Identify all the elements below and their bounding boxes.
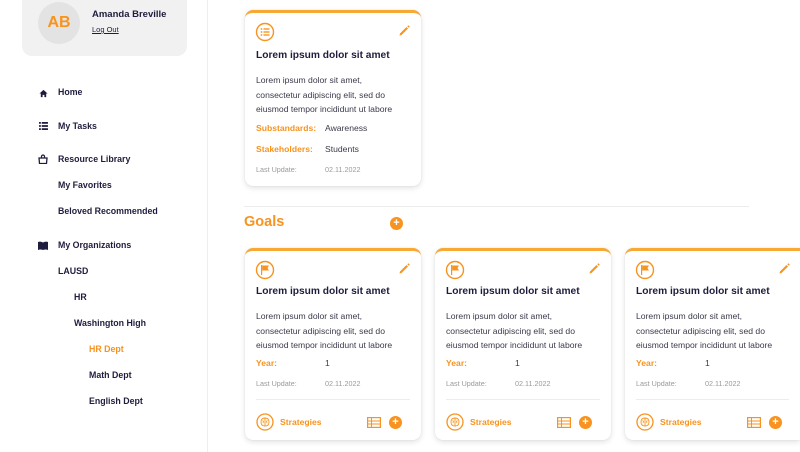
stakeholders-value: Students — [325, 144, 359, 154]
avatar[interactable]: AB — [38, 2, 80, 44]
user-name: Amanda Breville — [92, 9, 167, 20]
last-update-label: Last Update: — [256, 379, 297, 388]
pencil-icon[interactable] — [398, 262, 411, 275]
add-strategy-button[interactable]: + — [579, 416, 592, 429]
last-update-value: 02.11.2022 — [705, 379, 741, 388]
last-update-value: 02.11.2022 — [515, 379, 551, 388]
nav-washington-high[interactable]: Washington High — [74, 318, 146, 328]
goal-card[interactable]: Lorem ipsum dolor sit amet Lorem ipsum d… — [435, 248, 611, 440]
section-divider — [244, 206, 749, 207]
flag-icon — [255, 260, 275, 280]
flag-icon — [635, 260, 655, 280]
book-icon — [38, 240, 48, 250]
logout-link[interactable]: Log Out — [92, 25, 119, 34]
card-title: Lorem ipsum dolor sit amet — [636, 286, 770, 297]
year-value: 1 — [515, 358, 520, 368]
nav-math-dept[interactable]: Math Dept — [89, 370, 132, 380]
table-icon[interactable] — [557, 417, 571, 428]
brain-icon — [256, 413, 274, 431]
library-icon — [38, 154, 48, 164]
stakeholders-label: Stakeholders: — [256, 144, 313, 154]
home-icon — [38, 88, 48, 98]
sidebar: AB Amanda Breville Log Out Home My Tasks… — [0, 0, 208, 452]
brain-icon — [446, 413, 464, 431]
last-update-value: 02.11.2022 — [325, 379, 361, 388]
add-goal-button[interactable]: + — [390, 217, 403, 230]
card-title: Lorem ipsum dolor sit amet — [256, 286, 390, 297]
year-value: 1 — [325, 358, 330, 368]
nav-my-favorites[interactable]: My Favorites — [58, 180, 112, 190]
nav-hr[interactable]: HR — [74, 292, 87, 302]
card-divider — [446, 399, 600, 400]
card-title: Lorem ipsum dolor sit amet — [446, 286, 580, 297]
strategies-link[interactable]: Strategies — [470, 417, 512, 427]
nav-english-dept[interactable]: English Dept — [89, 396, 143, 406]
goals-title: Goals — [244, 214, 285, 230]
last-update-value: 02.11.2022 — [325, 165, 361, 174]
substandards-label: Substandards: — [256, 123, 317, 133]
goal-card[interactable]: Lorem ipsum dolor sit amet Lorem ipsum d… — [245, 248, 421, 440]
card-description: Lorem ipsum dolor sit amet, consectetur … — [256, 311, 393, 351]
pencil-icon[interactable] — [588, 262, 601, 275]
strategies-link[interactable]: Strategies — [280, 417, 322, 427]
user-card: AB Amanda Breville Log Out — [22, 0, 187, 56]
card-description: Lorem ipsum dolor sit amet, consectetur … — [446, 311, 583, 351]
card-description: Lorem ipsum dolor sit amet, consectetur … — [256, 75, 393, 115]
substandards-value: Awareness — [325, 123, 368, 133]
flag-icon — [445, 260, 465, 280]
last-update-label: Last Update: — [446, 379, 487, 388]
goal-card[interactable]: Lorem ipsum dolor sit amet Lorem ipsum d… — [625, 248, 800, 440]
card-title: Lorem ipsum dolor sit amet — [256, 50, 390, 61]
strategies-link[interactable]: Strategies — [660, 417, 702, 427]
add-strategy-button[interactable]: + — [389, 416, 402, 429]
last-update-label: Last Update: — [256, 165, 297, 174]
pencil-icon[interactable] — [778, 262, 791, 275]
table-icon[interactable] — [747, 417, 761, 428]
nav-lausd[interactable]: LAUSD — [58, 266, 88, 276]
last-update-label: Last Update: — [636, 379, 677, 388]
year-label: Year: — [256, 358, 278, 368]
nav-beloved-recommended[interactable]: Beloved Recommended — [58, 206, 158, 216]
year-value: 1 — [705, 358, 710, 368]
brain-icon — [636, 413, 654, 431]
nav-hr-dept[interactable]: HR Dept — [89, 344, 124, 354]
nav-my-organizations[interactable]: My Organizations — [58, 240, 131, 250]
add-strategy-button[interactable]: + — [769, 416, 782, 429]
table-icon[interactable] — [367, 417, 381, 428]
nav-my-tasks[interactable]: My Tasks — [58, 121, 97, 131]
standard-card[interactable]: Lorem ipsum dolor sit amet Lorem ipsum d… — [245, 10, 421, 186]
card-divider — [256, 399, 410, 400]
card-description: Lorem ipsum dolor sit amet, consectetur … — [636, 311, 773, 351]
list-icon — [38, 121, 48, 131]
nav-home[interactable]: Home — [58, 87, 82, 97]
year-label: Year: — [636, 358, 658, 368]
nav-resource-library[interactable]: Resource Library — [58, 154, 130, 164]
list-circle-icon — [255, 22, 275, 42]
year-label: Year: — [446, 358, 468, 368]
pencil-icon[interactable] — [398, 24, 411, 37]
card-divider — [636, 399, 789, 400]
